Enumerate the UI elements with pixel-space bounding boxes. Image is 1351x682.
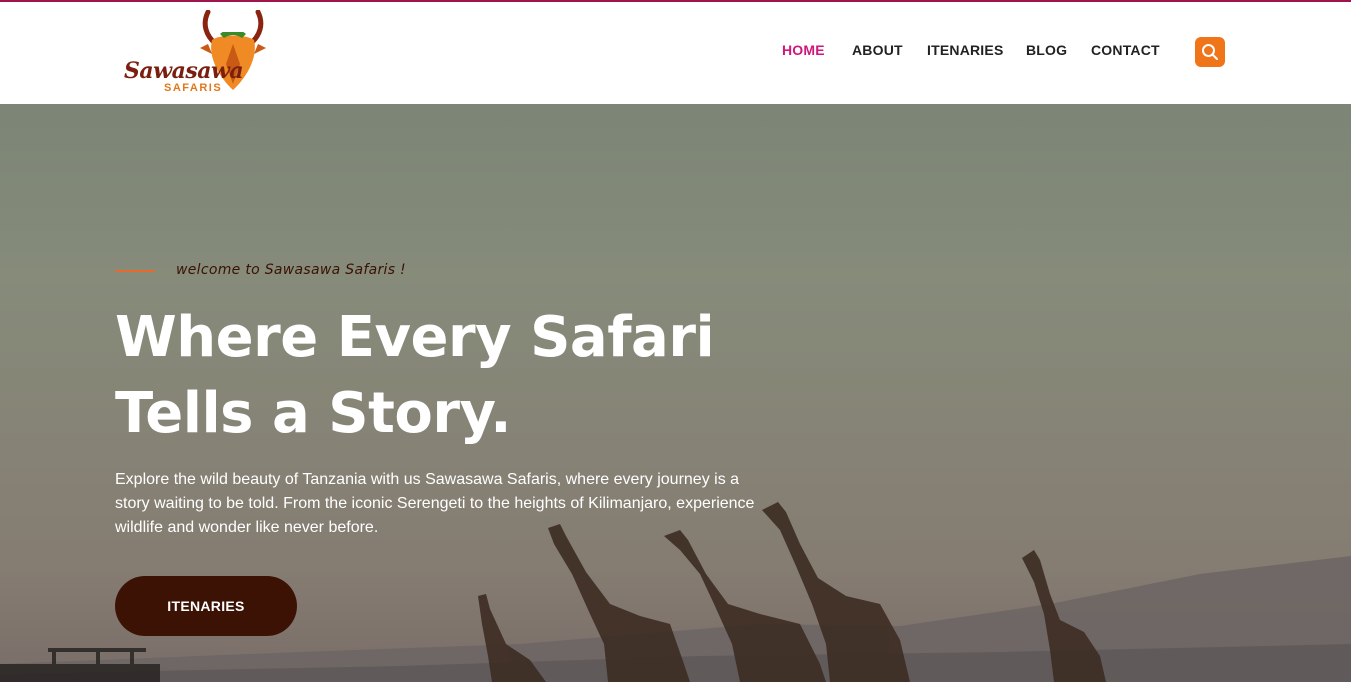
- hero-section: welcome to Sawasawa Safaris ! Where Ever…: [0, 104, 1351, 682]
- hero-headline: Where Every Safari Tells a Story.: [115, 300, 815, 452]
- site-header: Sawasawa SAFARIS HOME ABOUT ITENARIES BL…: [0, 2, 1351, 104]
- itenaries-button[interactable]: ITENARIES: [115, 576, 297, 636]
- hero-description: Explore the wild beauty of Tanzania with…: [115, 471, 755, 536]
- main-nav: HOME ABOUT ITENARIES BLOG CONTACT: [0, 42, 1351, 66]
- search-icon: [1202, 44, 1218, 60]
- nav-itenaries[interactable]: ITENARIES: [927, 42, 1003, 58]
- eyebrow-divider: [115, 270, 155, 272]
- search-button[interactable]: [1195, 37, 1225, 67]
- nav-contact[interactable]: CONTACT: [1091, 42, 1160, 58]
- nav-about[interactable]: ABOUT: [852, 42, 903, 58]
- hero-headline-line2: Tells a Story.: [115, 381, 512, 446]
- hero-headline-line1: Where Every Safari: [115, 305, 715, 370]
- brand-subname: SAFARIS: [164, 82, 223, 94]
- hero-eyebrow: welcome to Sawasawa Safaris !: [176, 262, 406, 278]
- nav-home[interactable]: HOME: [782, 42, 825, 58]
- nav-blog[interactable]: BLOG: [1026, 42, 1067, 58]
